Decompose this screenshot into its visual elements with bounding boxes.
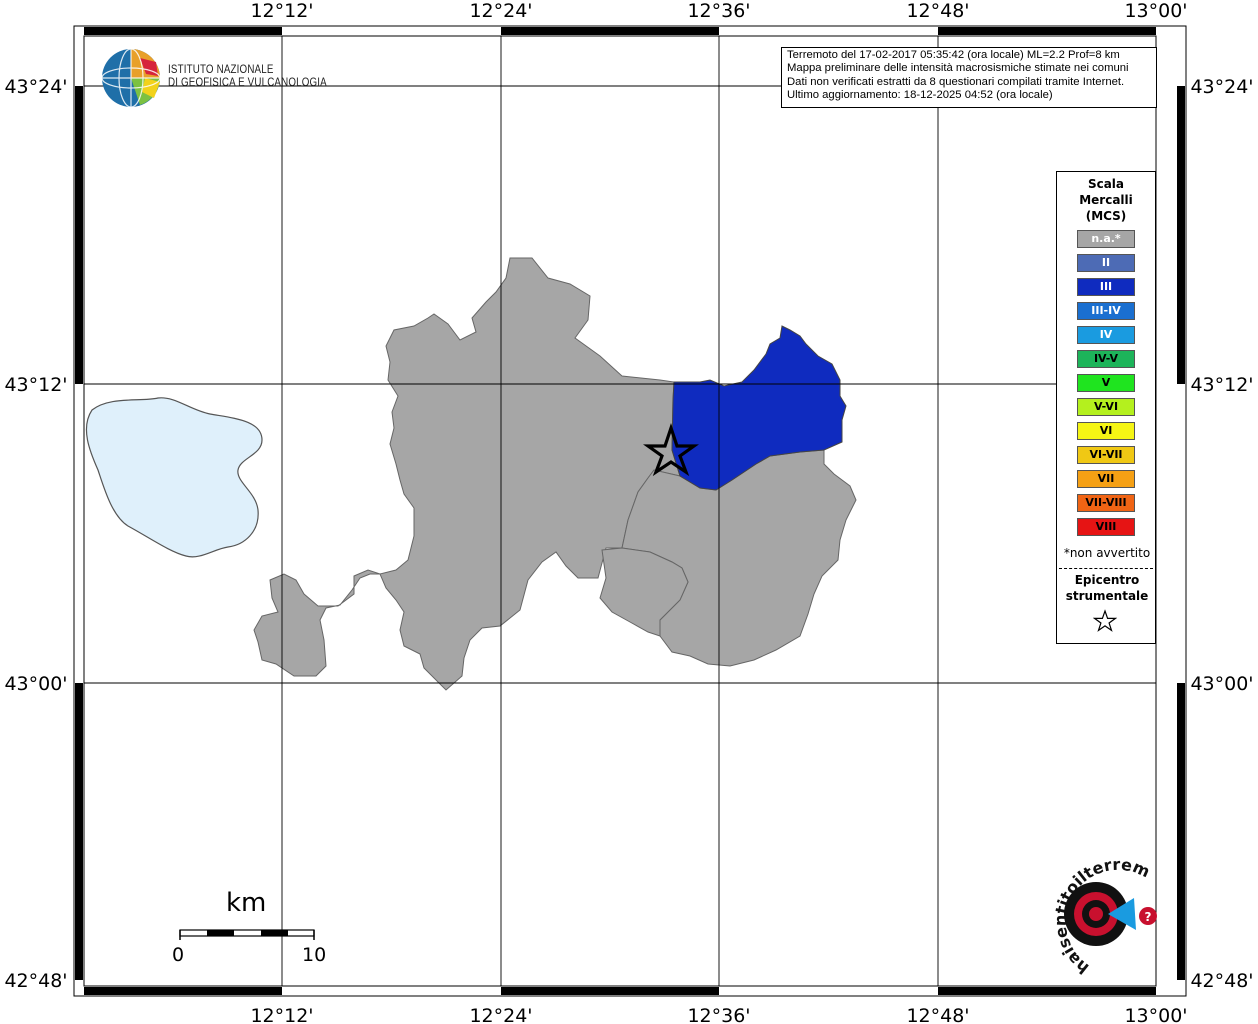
lon-tick-top-4: 12°48': [906, 0, 969, 22]
legend-title-line-1: Scala: [1087, 177, 1125, 191]
legend-note: *non avvertito: [1063, 546, 1151, 560]
lat-tick-right-3: 43°00': [1190, 673, 1253, 695]
legend-swatch: III: [1077, 278, 1135, 296]
legend-swatch: II: [1077, 254, 1135, 272]
legend-swatch: VI-VII: [1077, 446, 1135, 464]
legend-swatch: V-VI: [1077, 398, 1135, 416]
scale-bar-min: 0: [172, 944, 185, 966]
longitude-ticks-top: 12°12' 12°24' 12°36' 12°48' 13°00': [250, 0, 1187, 22]
lat-tick-left-1: 43°24': [4, 76, 67, 98]
legend-swatch: IV-V: [1077, 350, 1135, 368]
legend-star-icon: [1093, 609, 1117, 632]
legend-swatch: VIII: [1077, 518, 1135, 536]
legend-epicenter-line-2: strumentale: [1065, 589, 1149, 603]
legend-swatch: VII: [1077, 470, 1135, 488]
lat-tick-right-4: 42°48': [1190, 970, 1253, 992]
latitude-ticks-left: 43°24' 43°12' 43°00' 42°48': [4, 76, 67, 992]
event-info-box: Terremoto del 17-02-2017 05:35:42 (ora l…: [781, 47, 1157, 108]
legend-swatch: V: [1077, 374, 1135, 392]
lon-tick-top-1: 12°12': [250, 0, 313, 22]
info-line-2: Mappa preliminare delle intensità macros…: [787, 62, 1129, 75]
lon-tick-top-5: 13°00': [1124, 0, 1187, 22]
lon-tick-top-3: 12°36': [687, 0, 750, 22]
lat-tick-right-2: 43°12': [1190, 374, 1253, 396]
legend-swatch: VII-VIII: [1077, 494, 1135, 512]
legend-swatch: III-IV: [1077, 302, 1135, 320]
longitude-ticks-bottom: 12°12' 12°24' 12°36' 12°48' 13°00': [250, 1005, 1187, 1024]
scale-bar-max: 10: [302, 944, 327, 966]
info-line-3: Dati non verificati estratti da 8 questi…: [787, 75, 1125, 88]
legend-title-line-2: Mercalli: [1079, 193, 1133, 207]
legend-title: Scala Mercalli (MCS): [1057, 176, 1155, 224]
lon-tick-bottom-2: 12°24': [469, 1005, 532, 1024]
logo-line-1: ISTITUTO NAZIONALE: [168, 64, 274, 76]
lon-tick-bottom-5: 13°00': [1124, 1005, 1187, 1024]
lon-tick-bottom-3: 12°36': [687, 1005, 750, 1024]
info-line-1: Terremoto del 17-02-2017 05:35:42 (ora l…: [787, 49, 1120, 61]
legend-epicenter-label: Epicentro strumentale: [1057, 572, 1157, 604]
intensity-legend: Scala Mercalli (MCS) n.a.* II III III-IV IV I…: [1056, 171, 1156, 644]
scale-bar-unit: km: [226, 888, 267, 918]
legend-swatch: n.a.*: [1077, 230, 1135, 248]
latitude-ticks-right: 43°24' 43°12' 43°00' 42°48': [1190, 76, 1253, 992]
logo-line-2: DI GEOFISICA E VULCANOLOGIA: [168, 77, 327, 89]
lat-tick-left-2: 43°12': [4, 374, 67, 396]
legend-title-line-3: (MCS): [1085, 209, 1127, 223]
lon-tick-bottom-1: 12°12': [250, 1005, 313, 1024]
lat-tick-left-3: 43°00': [4, 673, 67, 695]
legend-divider: [1059, 568, 1153, 569]
legend-epicenter-line-1: Epicentro: [1074, 573, 1140, 587]
lat-tick-left-4: 42°48': [4, 970, 67, 992]
info-line-4: Ultimo aggiornamento: 18-12-2025 04:52 (…: [787, 88, 1053, 101]
ingv-logo-text: ISTITUTO NAZIONALE DI GEOFISICA E VULCAN…: [168, 64, 327, 90]
lon-tick-top-2: 12°24': [469, 0, 532, 22]
lat-tick-right-1: 43°24': [1190, 76, 1253, 98]
svg-text:?: ?: [1145, 910, 1152, 924]
ingv-logo-icon: [101, 48, 161, 108]
legend-swatch: VI: [1077, 422, 1135, 440]
lon-tick-bottom-4: 12°48': [906, 1005, 969, 1024]
legend-swatch: IV: [1077, 326, 1135, 344]
